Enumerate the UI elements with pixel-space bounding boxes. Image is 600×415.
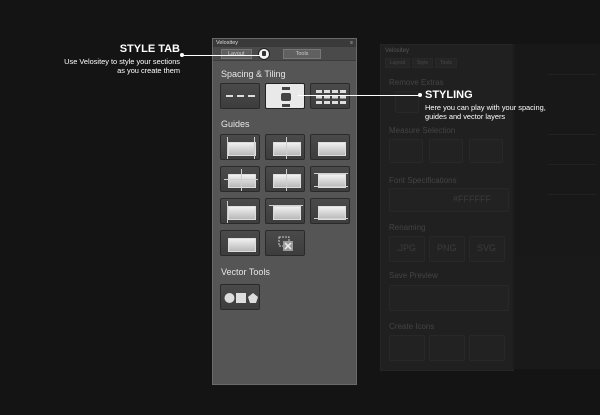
ghost-rename-jpg-label: .JPG xyxy=(396,243,417,253)
style-tab-leader-line xyxy=(182,55,260,56)
style-tab-leader-dot xyxy=(180,53,184,57)
ghost-icon-download xyxy=(469,335,505,361)
tab-tools[interactable]: Tools xyxy=(283,49,321,59)
styling-leader-dot xyxy=(418,93,422,97)
ghost-section-measure: Measure Selection xyxy=(389,126,456,135)
ghost-section-renaming: Renaming xyxy=(389,223,426,232)
ghost-color-value: #FFFFFF xyxy=(453,194,491,204)
ghost-measure-3 xyxy=(469,139,503,163)
spacing-horizontal-button[interactable] xyxy=(220,83,260,109)
guide-clear-button[interactable] xyxy=(265,230,305,256)
ghost-rename-png-label: PNG xyxy=(437,243,457,253)
styling-callout-title: STYLING xyxy=(425,89,473,101)
ghost-measure-2 xyxy=(429,139,463,163)
guide-center-vertical-button[interactable] xyxy=(265,134,305,160)
tiling-grid-icon xyxy=(316,90,346,104)
velositey-panel: Velositey ≡ Layout Tools Spacing & Tilin… xyxy=(212,38,357,385)
ghost-section-create-icons: Create Icons xyxy=(389,322,435,331)
ghost-icon-box xyxy=(429,335,465,361)
section-vector-tools: Vector Tools xyxy=(221,267,270,277)
panel-menu-icon[interactable]: ≡ xyxy=(350,40,353,46)
spacing-vertical-button[interactable] xyxy=(265,83,305,109)
background-document-area xyxy=(512,44,600,369)
ghost-section-save-preview: Save Preview xyxy=(389,271,438,280)
style-tab-icon[interactable] xyxy=(258,48,270,60)
tiling-grid-button[interactable] xyxy=(310,83,350,109)
ghost-save-preview xyxy=(389,285,509,311)
styling-callout-line2: guides and vector layers xyxy=(425,112,506,121)
styling-leader-line xyxy=(298,95,420,96)
ghost-icon-pin xyxy=(389,335,425,361)
clear-guides-icon xyxy=(278,236,293,251)
style-tab-callout-line1: Use Velositey to style your sections xyxy=(64,57,180,66)
styling-callout-line1: Here you can play with your spacing, xyxy=(425,103,546,112)
ghost-font-spec xyxy=(389,188,509,212)
guide-top-bottom-button[interactable] xyxy=(310,166,350,192)
ghost-panel-title: Velositey xyxy=(385,48,410,54)
guide-split-button[interactable] xyxy=(265,166,305,192)
guide-left-right-button[interactable] xyxy=(220,134,260,160)
ghost-tab-layout: Layout xyxy=(385,58,411,68)
ghost-section-remove-extras: Remove Extras xyxy=(389,78,444,87)
ghost-measure-1 xyxy=(389,139,423,163)
guide-top-button[interactable] xyxy=(265,198,305,224)
ghost-section-font: Font Specifications xyxy=(389,176,457,185)
style-tab-callout-title: STYLE TAB xyxy=(119,43,180,55)
style-tab-callout-line2: as you create them xyxy=(117,66,180,75)
tab-layout[interactable]: Layout xyxy=(221,49,252,59)
panel-titlebar: Velositey ≡ xyxy=(213,39,356,47)
panel-tabs: Layout Tools xyxy=(213,47,356,61)
section-spacing-tiling: Spacing & Tiling xyxy=(221,69,286,79)
vector-shapes-button[interactable] xyxy=(220,284,260,310)
panel-title: Velositey xyxy=(216,40,239,46)
ghost-tab-style: Style xyxy=(412,58,434,68)
guide-bottom-button[interactable] xyxy=(310,198,350,224)
section-guides: Guides xyxy=(221,119,250,129)
guide-box-button[interactable] xyxy=(310,134,350,160)
guide-plain-button[interactable] xyxy=(220,230,260,256)
vertical-spacing-icon xyxy=(281,87,291,107)
vector-shapes-icon xyxy=(224,293,258,303)
guide-left-button[interactable] xyxy=(220,198,260,224)
ghost-tab-tools: Tools xyxy=(435,58,457,68)
ghost-rename-svg-label: SVG xyxy=(477,243,497,253)
guide-cross-button[interactable] xyxy=(220,166,260,192)
